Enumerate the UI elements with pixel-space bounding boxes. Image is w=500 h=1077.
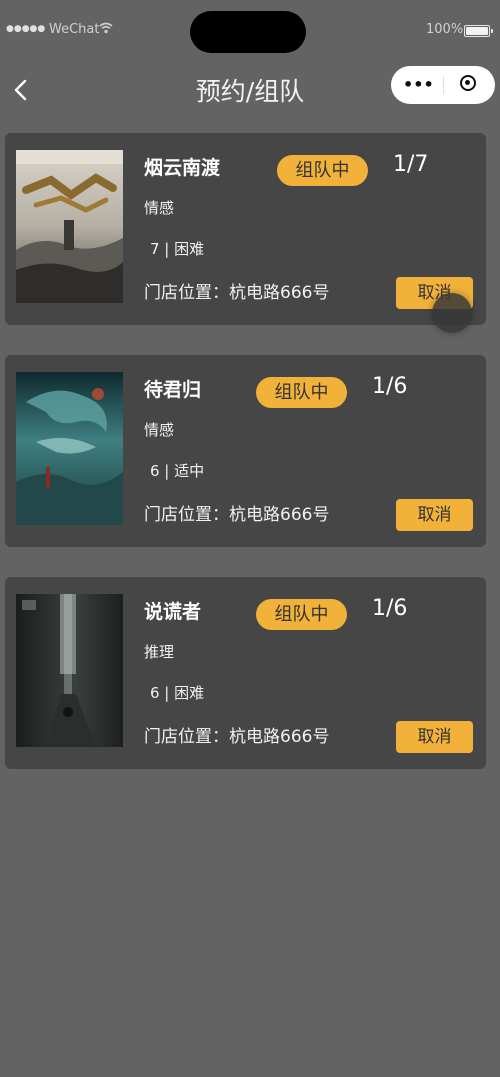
more-button[interactable]: ••• (403, 75, 434, 94)
status-bar: ●●●●● WeChat 100% (0, 0, 500, 60)
players-difficulty: 6 | 适中 (150, 462, 205, 480)
poster-image (16, 372, 123, 525)
players-difficulty: 6 | 困难 (150, 684, 205, 702)
poster-image (16, 594, 123, 747)
member-count: 1/6 (372, 596, 408, 621)
reservation-card[interactable]: 说谎者 组队中 1/6 推理 6 | 困难 门店位置：杭电路666号 取消 (5, 577, 486, 769)
status-badge: 组队中 (277, 155, 368, 186)
carrier-label: WeChat (49, 22, 100, 37)
mini-program-capsule: ••• (391, 66, 495, 104)
camera-notch (190, 11, 306, 53)
wifi-icon (99, 22, 113, 37)
genre-label: 情感 (144, 199, 175, 217)
signal-icon: ●●●●● (6, 24, 46, 34)
store-location: 门店位置：杭电路666号 (144, 727, 330, 747)
store-location: 门店位置：杭电路666号 (144, 505, 330, 525)
poster-image (16, 150, 123, 303)
member-count: 1/6 (372, 374, 408, 399)
cancel-button[interactable]: 取消 (396, 721, 473, 753)
genre-label: 推理 (144, 643, 175, 661)
touch-indicator (432, 293, 472, 333)
battery-percent: 100% (426, 22, 464, 37)
reservation-card[interactable]: 待君归 组队中 1/6 情感 6 | 适中 门店位置：杭电路666号 取消 (5, 355, 486, 547)
store-location: 门店位置：杭电路666号 (144, 283, 330, 303)
status-badge: 组队中 (256, 377, 347, 408)
battery-icon (464, 25, 493, 37)
card-title: 说谎者 (144, 601, 202, 623)
players-difficulty: 7 | 困难 (150, 240, 205, 258)
cancel-button[interactable]: 取消 (396, 499, 473, 531)
card-title: 待君归 (144, 379, 202, 401)
reservation-card[interactable]: 烟云南渡 组队中 1/7 情感 7 | 困难 门店位置：杭电路666号 取消 (5, 133, 486, 325)
card-title: 烟云南渡 (144, 157, 221, 179)
genre-label: 情感 (144, 421, 175, 439)
close-miniprogram-icon[interactable] (460, 75, 476, 91)
nav-bar: 预约/组队 ••• (0, 60, 500, 120)
capsule-divider (443, 76, 444, 94)
status-badge: 组队中 (256, 599, 347, 630)
member-count: 1/7 (393, 152, 429, 177)
